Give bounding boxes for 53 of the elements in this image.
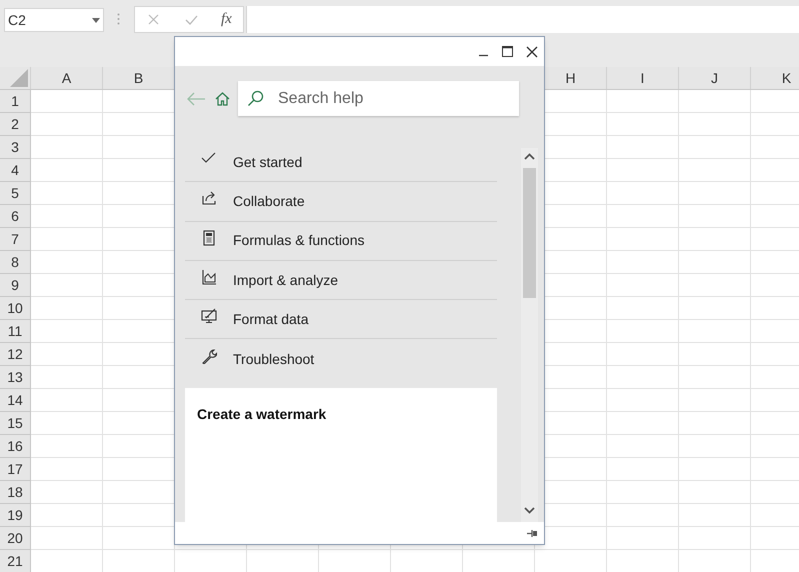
row-header[interactable]: 12 <box>7 344 23 364</box>
help-topic[interactable]: Troubleshoot <box>185 339 497 379</box>
scroll-down-icon[interactable] <box>524 507 535 514</box>
row-header[interactable]: 6 <box>11 206 19 226</box>
row-header[interactable]: 7 <box>11 228 19 250</box>
help-topic[interactable]: Formulas & functions <box>185 222 497 261</box>
column-header[interactable]: K <box>782 68 792 88</box>
row-header[interactable]: 1 <box>11 90 19 112</box>
row-header[interactable]: 19 <box>7 504 23 526</box>
scroll-thumb[interactable] <box>523 168 536 298</box>
row-header[interactable]: 21 <box>7 550 23 572</box>
maximize-icon[interactable] <box>502 46 513 57</box>
row-header[interactable]: 17 <box>7 458 23 480</box>
close-icon[interactable] <box>526 46 538 58</box>
insert-function-button[interactable]: fx <box>221 8 232 31</box>
row-header[interactable]: 20 <box>7 528 23 548</box>
row-header[interactable]: 16 <box>7 436 23 456</box>
article-title[interactable]: Create a watermark <box>197 406 326 422</box>
search-field[interactable]: Search help <box>238 81 519 116</box>
help-topic[interactable]: Import & analyze <box>185 260 497 300</box>
help-topic[interactable]: Format data <box>185 300 497 340</box>
scroll-up-icon[interactable] <box>524 153 535 160</box>
row-header[interactable]: 11 <box>8 320 22 342</box>
cell-reference: C2 <box>8 10 26 30</box>
row-header[interactable]: 10 <box>7 298 23 318</box>
grip-icon <box>117 13 120 25</box>
help-topic[interactable]: Get started <box>185 143 497 182</box>
row-header[interactable]: 9 <box>11 274 19 296</box>
row-header[interactable]: 14 <box>7 390 23 410</box>
monitor-pen-icon <box>201 308 217 324</box>
column-header[interactable]: I <box>640 68 644 88</box>
wrench-icon <box>201 348 217 364</box>
column-header[interactable]: A <box>62 68 72 88</box>
row-header[interactable]: 13 <box>7 366 23 388</box>
search-icon <box>247 90 264 107</box>
row-header[interactable]: 15 <box>7 412 23 434</box>
help-topic[interactable]: Collaborate <box>185 182 497 222</box>
share-icon <box>201 190 217 206</box>
row-header[interactable]: 3 <box>11 136 19 158</box>
home-icon[interactable] <box>215 92 230 106</box>
row-header[interactable]: 2 <box>11 114 19 134</box>
calculator-icon <box>201 230 217 246</box>
row-header[interactable]: 8 <box>11 252 19 272</box>
column-header[interactable]: J <box>711 68 718 88</box>
pin-icon[interactable] <box>527 528 538 538</box>
name-box[interactable]: C2 <box>4 8 104 32</box>
row-header[interactable]: 18 <box>7 482 23 502</box>
row-header[interactable]: 4 <box>11 160 19 180</box>
row-header[interactable]: 5 <box>11 182 19 204</box>
chart-icon <box>201 269 217 286</box>
column-header[interactable]: H <box>565 68 576 88</box>
dropdown-icon <box>92 18 100 22</box>
column-header[interactable]: B <box>134 68 144 88</box>
